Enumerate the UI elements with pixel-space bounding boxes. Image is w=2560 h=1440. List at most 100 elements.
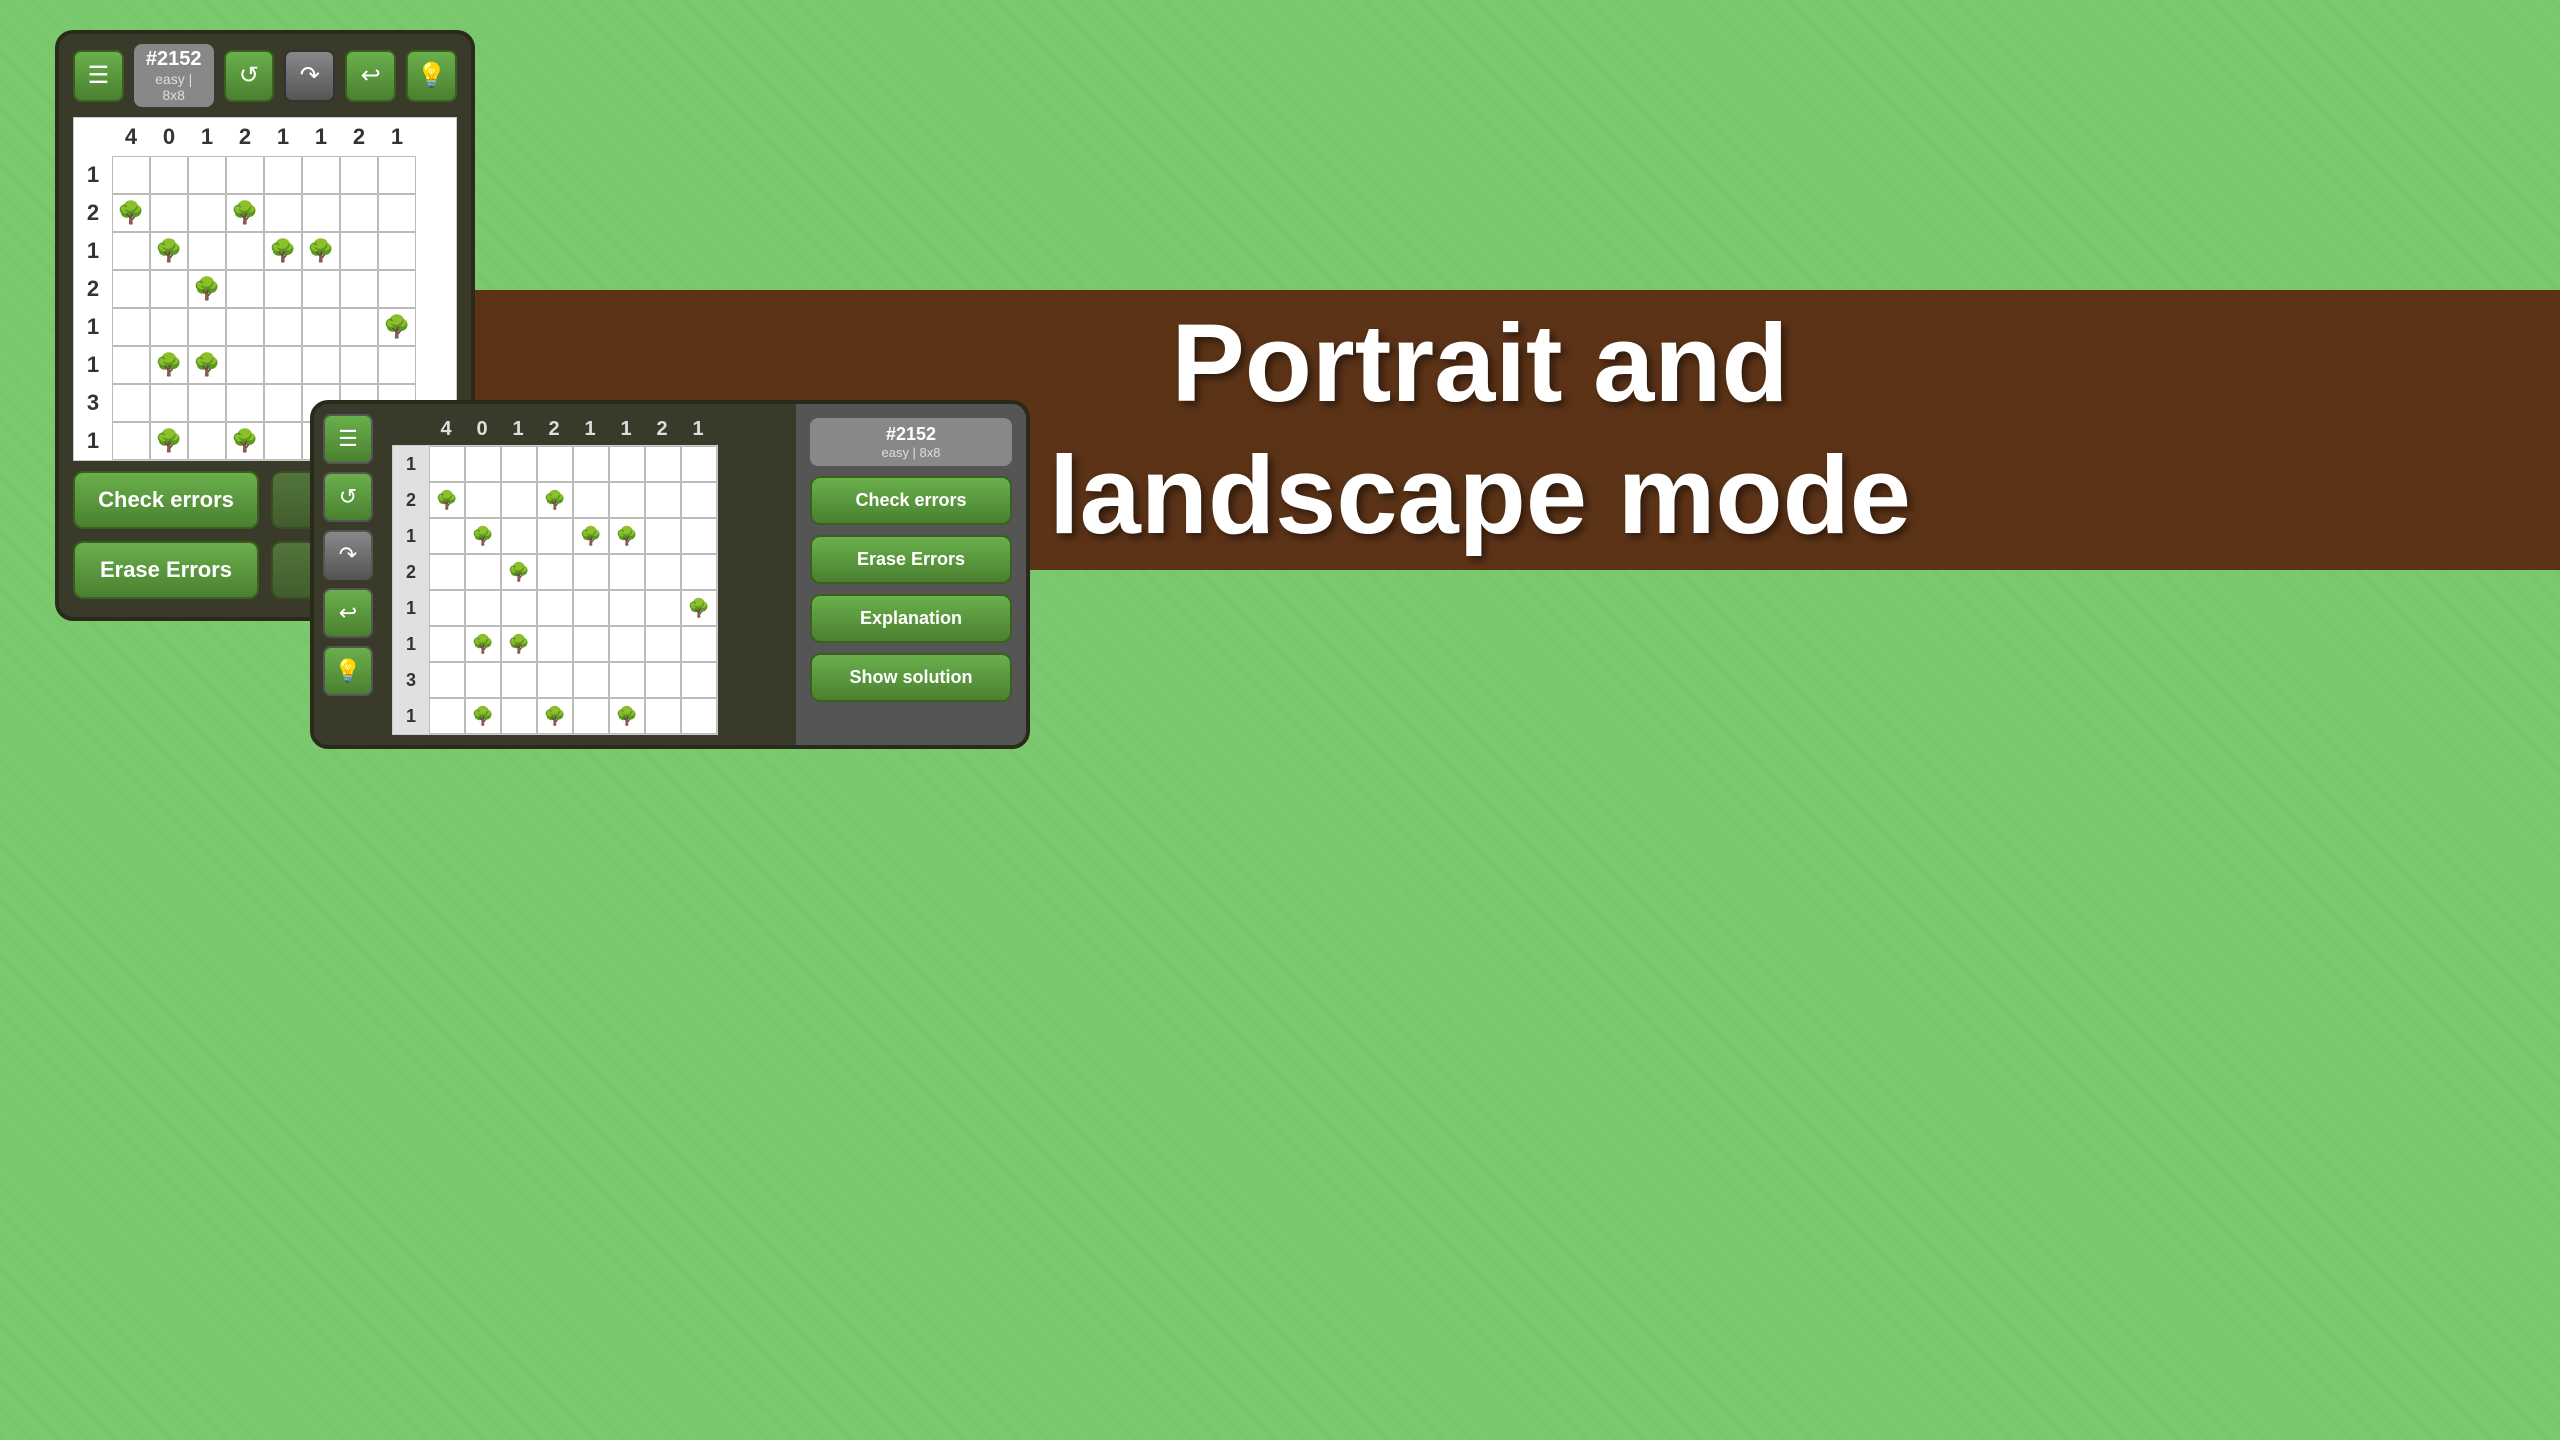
l-cell-7-3[interactable]: 🌳: [537, 698, 573, 734]
l-cell-6-7[interactable]: [681, 662, 717, 698]
l-cell-5-5[interactable]: [609, 626, 645, 662]
cell-2-5[interactable]: 🌳: [302, 232, 340, 270]
l-cell-2-5[interactable]: 🌳: [609, 518, 645, 554]
landscape-hint-button[interactable]: 💡: [323, 646, 373, 696]
l-cell-6-4[interactable]: [573, 662, 609, 698]
l-cell-0-5[interactable]: [609, 446, 645, 482]
l-cell-5-6[interactable]: [645, 626, 681, 662]
cell-5-7[interactable]: [378, 346, 416, 384]
l-cell-4-0[interactable]: [429, 590, 465, 626]
cell-7-2[interactable]: [188, 422, 226, 460]
landscape-menu-button[interactable]: ☰: [323, 414, 373, 464]
l-cell-5-0[interactable]: [429, 626, 465, 662]
l-cell-3-1[interactable]: [465, 554, 501, 590]
l-cell-3-0[interactable]: [429, 554, 465, 590]
cell-3-5[interactable]: [302, 270, 340, 308]
l-cell-0-1[interactable]: [465, 446, 501, 482]
l-cell-3-5[interactable]: [609, 554, 645, 590]
l-cell-1-3[interactable]: 🌳: [537, 482, 573, 518]
cell-4-5[interactable]: [302, 308, 340, 346]
cell-3-3[interactable]: [226, 270, 264, 308]
l-cell-4-6[interactable]: [645, 590, 681, 626]
cell-5-3[interactable]: [226, 346, 264, 384]
l-cell-2-3[interactable]: [537, 518, 573, 554]
cell-5-1[interactable]: 🌳: [150, 346, 188, 384]
cell-3-0[interactable]: [112, 270, 150, 308]
cell-1-7[interactable]: [378, 194, 416, 232]
cell-2-6[interactable]: [340, 232, 378, 270]
cell-1-4[interactable]: [264, 194, 302, 232]
l-cell-5-2[interactable]: 🌳: [501, 626, 537, 662]
l-cell-5-7[interactable]: [681, 626, 717, 662]
l-cell-2-6[interactable]: [645, 518, 681, 554]
cell-6-3[interactable]: [226, 384, 264, 422]
cell-5-0[interactable]: [112, 346, 150, 384]
l-cell-0-4[interactable]: [573, 446, 609, 482]
l-cell-2-1[interactable]: 🌳: [465, 518, 501, 554]
l-cell-3-2[interactable]: 🌳: [501, 554, 537, 590]
l-cell-4-2[interactable]: [501, 590, 537, 626]
l-cell-7-7[interactable]: [681, 698, 717, 734]
cell-7-0[interactable]: [112, 422, 150, 460]
cell-3-4[interactable]: [264, 270, 302, 308]
cell-4-3[interactable]: [226, 308, 264, 346]
cell-4-7[interactable]: 🌳: [378, 308, 416, 346]
cell-4-2[interactable]: [188, 308, 226, 346]
l-cell-6-6[interactable]: [645, 662, 681, 698]
cell-7-4[interactable]: [264, 422, 302, 460]
cell-0-2[interactable]: [188, 156, 226, 194]
l-cell-5-3[interactable]: [537, 626, 573, 662]
l-cell-1-1[interactable]: [465, 482, 501, 518]
cell-1-0[interactable]: 🌳: [112, 194, 150, 232]
landscape-check-errors-button[interactable]: Check errors: [810, 476, 1012, 525]
cell-7-3[interactable]: 🌳: [226, 422, 264, 460]
landscape-explanation-button[interactable]: Explanation: [810, 594, 1012, 643]
cell-0-5[interactable]: [302, 156, 340, 194]
l-cell-4-3[interactable]: [537, 590, 573, 626]
cell-6-4[interactable]: [264, 384, 302, 422]
l-cell-0-6[interactable]: [645, 446, 681, 482]
landscape-undo-button[interactable]: ↩: [323, 588, 373, 638]
l-cell-1-4[interactable]: [573, 482, 609, 518]
l-cell-6-5[interactable]: [609, 662, 645, 698]
l-cell-2-0[interactable]: [429, 518, 465, 554]
portrait-undo-button[interactable]: ↩: [345, 50, 396, 102]
cell-2-2[interactable]: [188, 232, 226, 270]
l-cell-7-0[interactable]: [429, 698, 465, 734]
l-cell-2-2[interactable]: [501, 518, 537, 554]
l-cell-7-5[interactable]: 🌳: [609, 698, 645, 734]
cell-2-3[interactable]: [226, 232, 264, 270]
cell-0-4[interactable]: [264, 156, 302, 194]
l-cell-7-6[interactable]: [645, 698, 681, 734]
cell-3-2[interactable]: 🌳: [188, 270, 226, 308]
cell-1-1[interactable]: [150, 194, 188, 232]
l-cell-5-4[interactable]: [573, 626, 609, 662]
l-cell-3-7[interactable]: [681, 554, 717, 590]
l-cell-0-2[interactable]: [501, 446, 537, 482]
l-cell-1-7[interactable]: [681, 482, 717, 518]
portrait-hint-button[interactable]: 💡: [406, 50, 457, 102]
l-cell-4-5[interactable]: [609, 590, 645, 626]
portrait-menu-button[interactable]: ☰: [73, 50, 124, 102]
cell-6-2[interactable]: [188, 384, 226, 422]
cell-2-4[interactable]: 🌳: [264, 232, 302, 270]
cell-1-6[interactable]: [340, 194, 378, 232]
cell-4-6[interactable]: [340, 308, 378, 346]
portrait-erase-errors-button[interactable]: Erase Errors: [73, 541, 259, 599]
portrait-refresh-button[interactable]: ↺: [224, 50, 275, 102]
l-cell-4-4[interactable]: [573, 590, 609, 626]
l-cell-7-2[interactable]: [501, 698, 537, 734]
l-cell-7-1[interactable]: 🌳: [465, 698, 501, 734]
cell-0-6[interactable]: [340, 156, 378, 194]
l-cell-4-1[interactable]: [465, 590, 501, 626]
cell-3-7[interactable]: [378, 270, 416, 308]
portrait-forward-button[interactable]: ↷: [284, 50, 335, 102]
l-cell-3-3[interactable]: [537, 554, 573, 590]
l-cell-1-5[interactable]: [609, 482, 645, 518]
cell-3-6[interactable]: [340, 270, 378, 308]
cell-1-5[interactable]: [302, 194, 340, 232]
l-cell-5-1[interactable]: 🌳: [465, 626, 501, 662]
cell-6-1[interactable]: [150, 384, 188, 422]
cell-7-1[interactable]: 🌳: [150, 422, 188, 460]
cell-0-0[interactable]: [112, 156, 150, 194]
